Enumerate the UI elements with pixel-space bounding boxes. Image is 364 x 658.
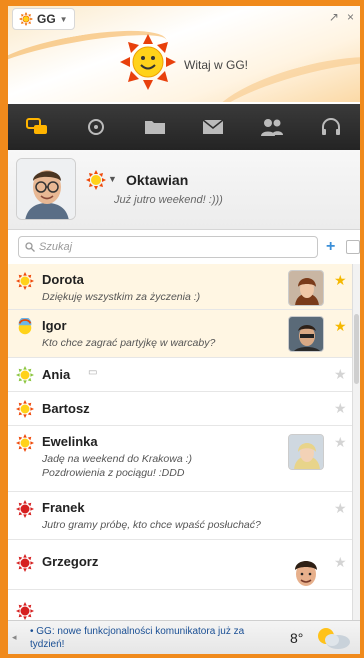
chat-icon[interactable] bbox=[23, 113, 51, 141]
profile-panel: ▼ Oktawian Już jutro weekend! :))) bbox=[8, 150, 360, 230]
chat-bubble-icon: ▭ bbox=[88, 367, 98, 378]
search-icon bbox=[25, 242, 35, 252]
contact-photo bbox=[288, 434, 324, 470]
gg-sun-logo-icon bbox=[120, 34, 176, 95]
headphones-icon[interactable] bbox=[317, 113, 345, 141]
prev-news-button[interactable]: ◂ bbox=[12, 632, 17, 643]
scroll-thumb[interactable] bbox=[354, 314, 359, 384]
status-sun-icon bbox=[16, 434, 34, 457]
contact-bartosz[interactable]: Bartosz ★ bbox=[8, 392, 352, 426]
contact-name: Grzegorz bbox=[42, 554, 99, 569]
contact-name: Ania bbox=[42, 367, 71, 382]
away-status-icon bbox=[16, 500, 34, 523]
weather-sun-cloud-icon[interactable] bbox=[312, 625, 352, 654]
contact-partial[interactable] bbox=[8, 590, 352, 620]
news-bar: ◂ • GG: nowe funkcjonalności komunikator… bbox=[8, 620, 360, 654]
header-banner: GG ▼ ↗ × Witaj w GG! bbox=[8, 6, 360, 102]
profile-name: Oktawian bbox=[126, 172, 189, 188]
status-sun-icon[interactable] bbox=[86, 170, 106, 195]
contact-igor[interactable]: Igor Kto chce zagrać partyjkę w warcaby?… bbox=[8, 310, 352, 358]
gg-menu-button[interactable]: GG ▼ bbox=[12, 8, 75, 30]
profile-status-text[interactable]: Już jutro weekend! :))) bbox=[114, 194, 223, 206]
contact-list: Dorota Dziękuję wszystkim za życzenia :)… bbox=[8, 264, 352, 620]
contact-photo bbox=[288, 316, 324, 352]
contact-photo bbox=[288, 552, 324, 588]
weather-temperature: 8° bbox=[290, 630, 304, 646]
status-sun-icon bbox=[16, 400, 34, 423]
contact-name: Igor bbox=[42, 318, 67, 333]
favorite-star-icon[interactable]: ★ bbox=[334, 500, 347, 517]
contact-ewelinka[interactable]: Ewelinka Jadę na weekend do Krakowa :) P… bbox=[8, 426, 352, 492]
contacts-icon[interactable] bbox=[258, 113, 286, 141]
main-toolbar bbox=[8, 104, 360, 150]
pin-button[interactable]: ↗ bbox=[329, 10, 339, 24]
favorite-star-icon[interactable]: ★ bbox=[334, 554, 347, 571]
view-toggle-button[interactable] bbox=[346, 240, 360, 254]
status-sun-green-icon bbox=[16, 366, 34, 389]
favorite-star-icon[interactable]: ★ bbox=[334, 400, 347, 417]
contact-photo bbox=[288, 270, 324, 306]
contact-franek[interactable]: Franek Jutro gramy próbę, kto chce wpaść… bbox=[8, 492, 352, 540]
search-input[interactable]: Szukaj bbox=[18, 236, 318, 258]
chevron-down-icon: ▼ bbox=[59, 14, 68, 24]
contact-ania[interactable]: Ania ▭ ★ bbox=[8, 358, 352, 392]
mail-icon[interactable] bbox=[199, 113, 227, 141]
gg-window: GG ▼ ↗ × Witaj w GG! ▼ Oktawian Już jutr… bbox=[8, 6, 360, 654]
search-placeholder: Szukaj bbox=[39, 241, 73, 253]
favorite-star-icon[interactable]: ★ bbox=[334, 434, 347, 451]
away-status-icon bbox=[16, 602, 34, 620]
window-controls: ↗ × bbox=[329, 10, 354, 24]
contact-name: Bartosz bbox=[42, 401, 90, 416]
contact-name: Ewelinka bbox=[42, 434, 98, 449]
favorite-star-icon[interactable]: ★ bbox=[334, 366, 347, 383]
gg-menu-label: GG bbox=[37, 12, 56, 26]
contact-description: Jutro gramy próbę, kto chce wpaść posłuc… bbox=[42, 519, 261, 531]
welcome-text: Witaj w GG! bbox=[184, 58, 249, 72]
away-status-icon bbox=[16, 554, 34, 577]
status-sun-icon bbox=[16, 272, 34, 295]
contact-name: Franek bbox=[42, 500, 85, 515]
add-contact-button[interactable]: + bbox=[326, 238, 335, 256]
news-link[interactable]: • GG: nowe funkcjonalności komunikatora … bbox=[30, 625, 270, 651]
avatar[interactable] bbox=[16, 158, 76, 220]
search-row: Szukaj + bbox=[8, 232, 360, 262]
favorite-star-icon[interactable]: ★ bbox=[334, 318, 347, 335]
contact-name: Dorota bbox=[42, 272, 84, 287]
contact-dorota[interactable]: Dorota Dziękuję wszystkim za życzenia :)… bbox=[8, 264, 352, 310]
status-icon[interactable] bbox=[82, 113, 110, 141]
contact-grzegorz[interactable]: Grzegorz ★ bbox=[8, 540, 352, 590]
folder-icon[interactable] bbox=[141, 113, 169, 141]
contact-list-scrollbar[interactable] bbox=[352, 264, 360, 620]
contact-description: Dziękuję wszystkim za życzenia :) bbox=[42, 291, 201, 303]
chevron-down-icon[interactable]: ▼ bbox=[108, 174, 117, 184]
contact-description: Kto chce zagrać partyjkę w warcaby? bbox=[42, 337, 216, 349]
busy-status-icon bbox=[16, 317, 34, 341]
favorite-star-icon[interactable]: ★ bbox=[334, 272, 347, 289]
close-button[interactable]: × bbox=[347, 10, 354, 24]
contact-description: Jadę na weekend do Krakowa :) Pozdrowien… bbox=[42, 453, 193, 479]
gg-sun-icon bbox=[19, 12, 33, 26]
